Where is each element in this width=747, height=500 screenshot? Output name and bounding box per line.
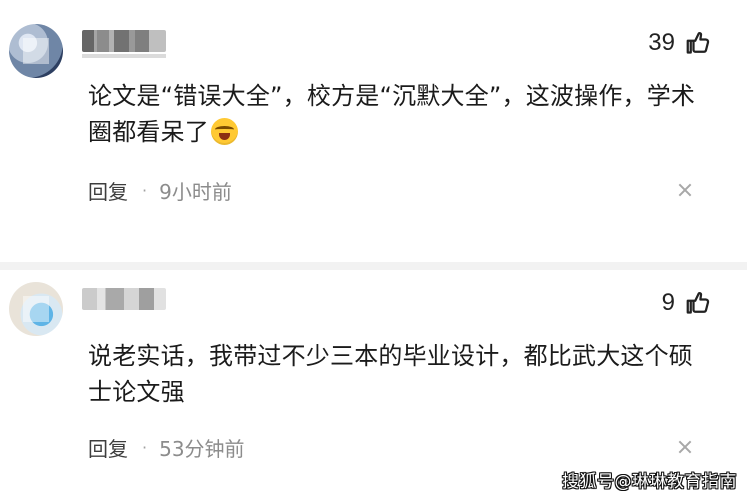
comment-time: 9小时前 (159, 179, 232, 204)
comment-text: 论文是“错误大全”，校方是“沉默大全”，这波操作，学术圈都看呆了 (88, 78, 708, 150)
comment-card: 39 论文是“错误大全”，校方是“沉默大全”，这波操作，学术圈都看呆了 回复 ·… (0, 0, 747, 270)
watermark: 搜狐号@琳琳教育指南 (562, 472, 737, 492)
reply-button[interactable]: 回复 (88, 176, 128, 205)
username-underline (82, 54, 166, 58)
close-icon[interactable] (678, 440, 692, 454)
like-control[interactable]: 39 (648, 28, 713, 58)
avatar-blur (23, 38, 49, 64)
comment-text-content: 论文是“错误大全”，校方是“沉默大全”，这波操作，学术圈都看呆了 (88, 82, 696, 146)
thumbs-up-icon[interactable] (683, 288, 713, 318)
reply-button[interactable]: 回复 (88, 433, 128, 462)
like-control[interactable]: 9 (662, 288, 713, 318)
thumbs-up-icon[interactable] (683, 28, 713, 58)
avatar[interactable] (9, 24, 63, 78)
username-blurred[interactable] (82, 30, 166, 58)
comment-meta: 回复 · 9小时前 (88, 176, 348, 204)
comment-card: 9 说老实话，我带过不少三本的毕业设计，都比武大这个硕士论文强 回复 · 53分… (0, 250, 747, 500)
like-count: 9 (661, 289, 675, 316)
like-count: 39 (648, 29, 675, 56)
close-icon[interactable] (678, 183, 692, 197)
comment-time: 53分钟前 (159, 436, 245, 461)
comment-meta: 回复 · 53分钟前 (88, 433, 348, 461)
meta-separator: · (142, 180, 148, 200)
username-blurred[interactable] (82, 288, 166, 310)
comment-text: 说老实话，我带过不少三本的毕业设计，都比武大这个硕士论文强 (88, 342, 693, 406)
avatar[interactable] (9, 282, 63, 336)
laughing-crying-emoji (211, 118, 238, 145)
meta-separator: · (142, 437, 148, 457)
avatar-blur (23, 296, 49, 322)
